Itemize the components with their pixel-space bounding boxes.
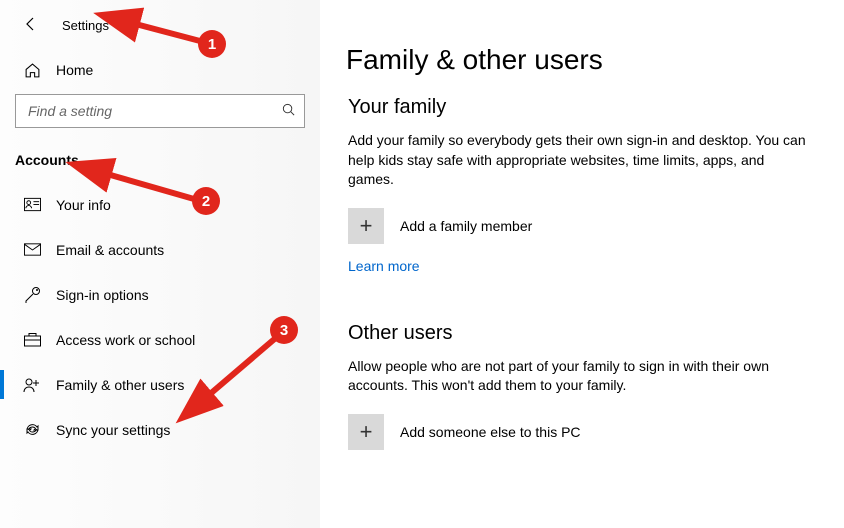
back-button[interactable] [20, 14, 42, 36]
section-your-family-heading: Your family [348, 96, 818, 119]
search-input[interactable] [26, 102, 281, 120]
section-your-family-desc: Add your family so everybody gets their … [348, 131, 808, 190]
nav-list: Your info Email & accounts Sign-in optio… [0, 182, 320, 452]
key-icon [22, 285, 42, 305]
sidebar-item-family-other-users[interactable]: Family & other users [0, 362, 320, 407]
sidebar-item-home[interactable]: Home [0, 52, 320, 88]
sidebar-item-email-accounts[interactable]: Email & accounts [0, 227, 320, 272]
section-other-users-heading: Other users [348, 322, 818, 345]
page-title: Family & other users [346, 44, 818, 76]
learn-more-link[interactable]: Learn more [348, 258, 420, 274]
section-other-users-desc: Allow people who are not part of your fa… [348, 357, 808, 396]
home-icon [22, 60, 42, 80]
plus-icon: + [348, 414, 384, 450]
sidebar-item-sync-settings[interactable]: Sync your settings [0, 407, 320, 452]
main-content: Family & other users Your family Add you… [320, 0, 844, 528]
sidebar: Settings Home Accounts Your info [0, 0, 320, 528]
add-family-label: Add a family member [400, 218, 532, 234]
add-family-member-button[interactable]: + Add a family member [348, 208, 818, 244]
arrow-left-icon [23, 16, 39, 35]
people-icon [22, 375, 42, 395]
nav-label: Access work or school [56, 332, 195, 348]
nav-label: Family & other users [56, 377, 184, 393]
search-icon [281, 102, 296, 120]
add-someone-else-button[interactable]: + Add someone else to this PC [348, 414, 818, 450]
nav-label: Email & accounts [56, 242, 164, 258]
mail-icon [22, 240, 42, 260]
nav-label: Your info [56, 197, 111, 213]
sidebar-item-your-info[interactable]: Your info [0, 182, 320, 227]
settings-title: Settings [62, 18, 109, 33]
briefcase-icon [22, 330, 42, 350]
nav-label: Sign-in options [56, 287, 149, 303]
add-someone-label: Add someone else to this PC [400, 424, 581, 440]
sidebar-item-signin-options[interactable]: Sign-in options [0, 272, 320, 317]
home-label: Home [56, 62, 93, 78]
nav-label: Sync your settings [56, 422, 170, 438]
sync-icon [22, 420, 42, 440]
plus-icon: + [348, 208, 384, 244]
sidebar-item-access-work-school[interactable]: Access work or school [0, 317, 320, 362]
category-heading: Accounts [0, 134, 320, 172]
search-box[interactable] [15, 94, 305, 128]
user-card-icon [22, 195, 42, 215]
